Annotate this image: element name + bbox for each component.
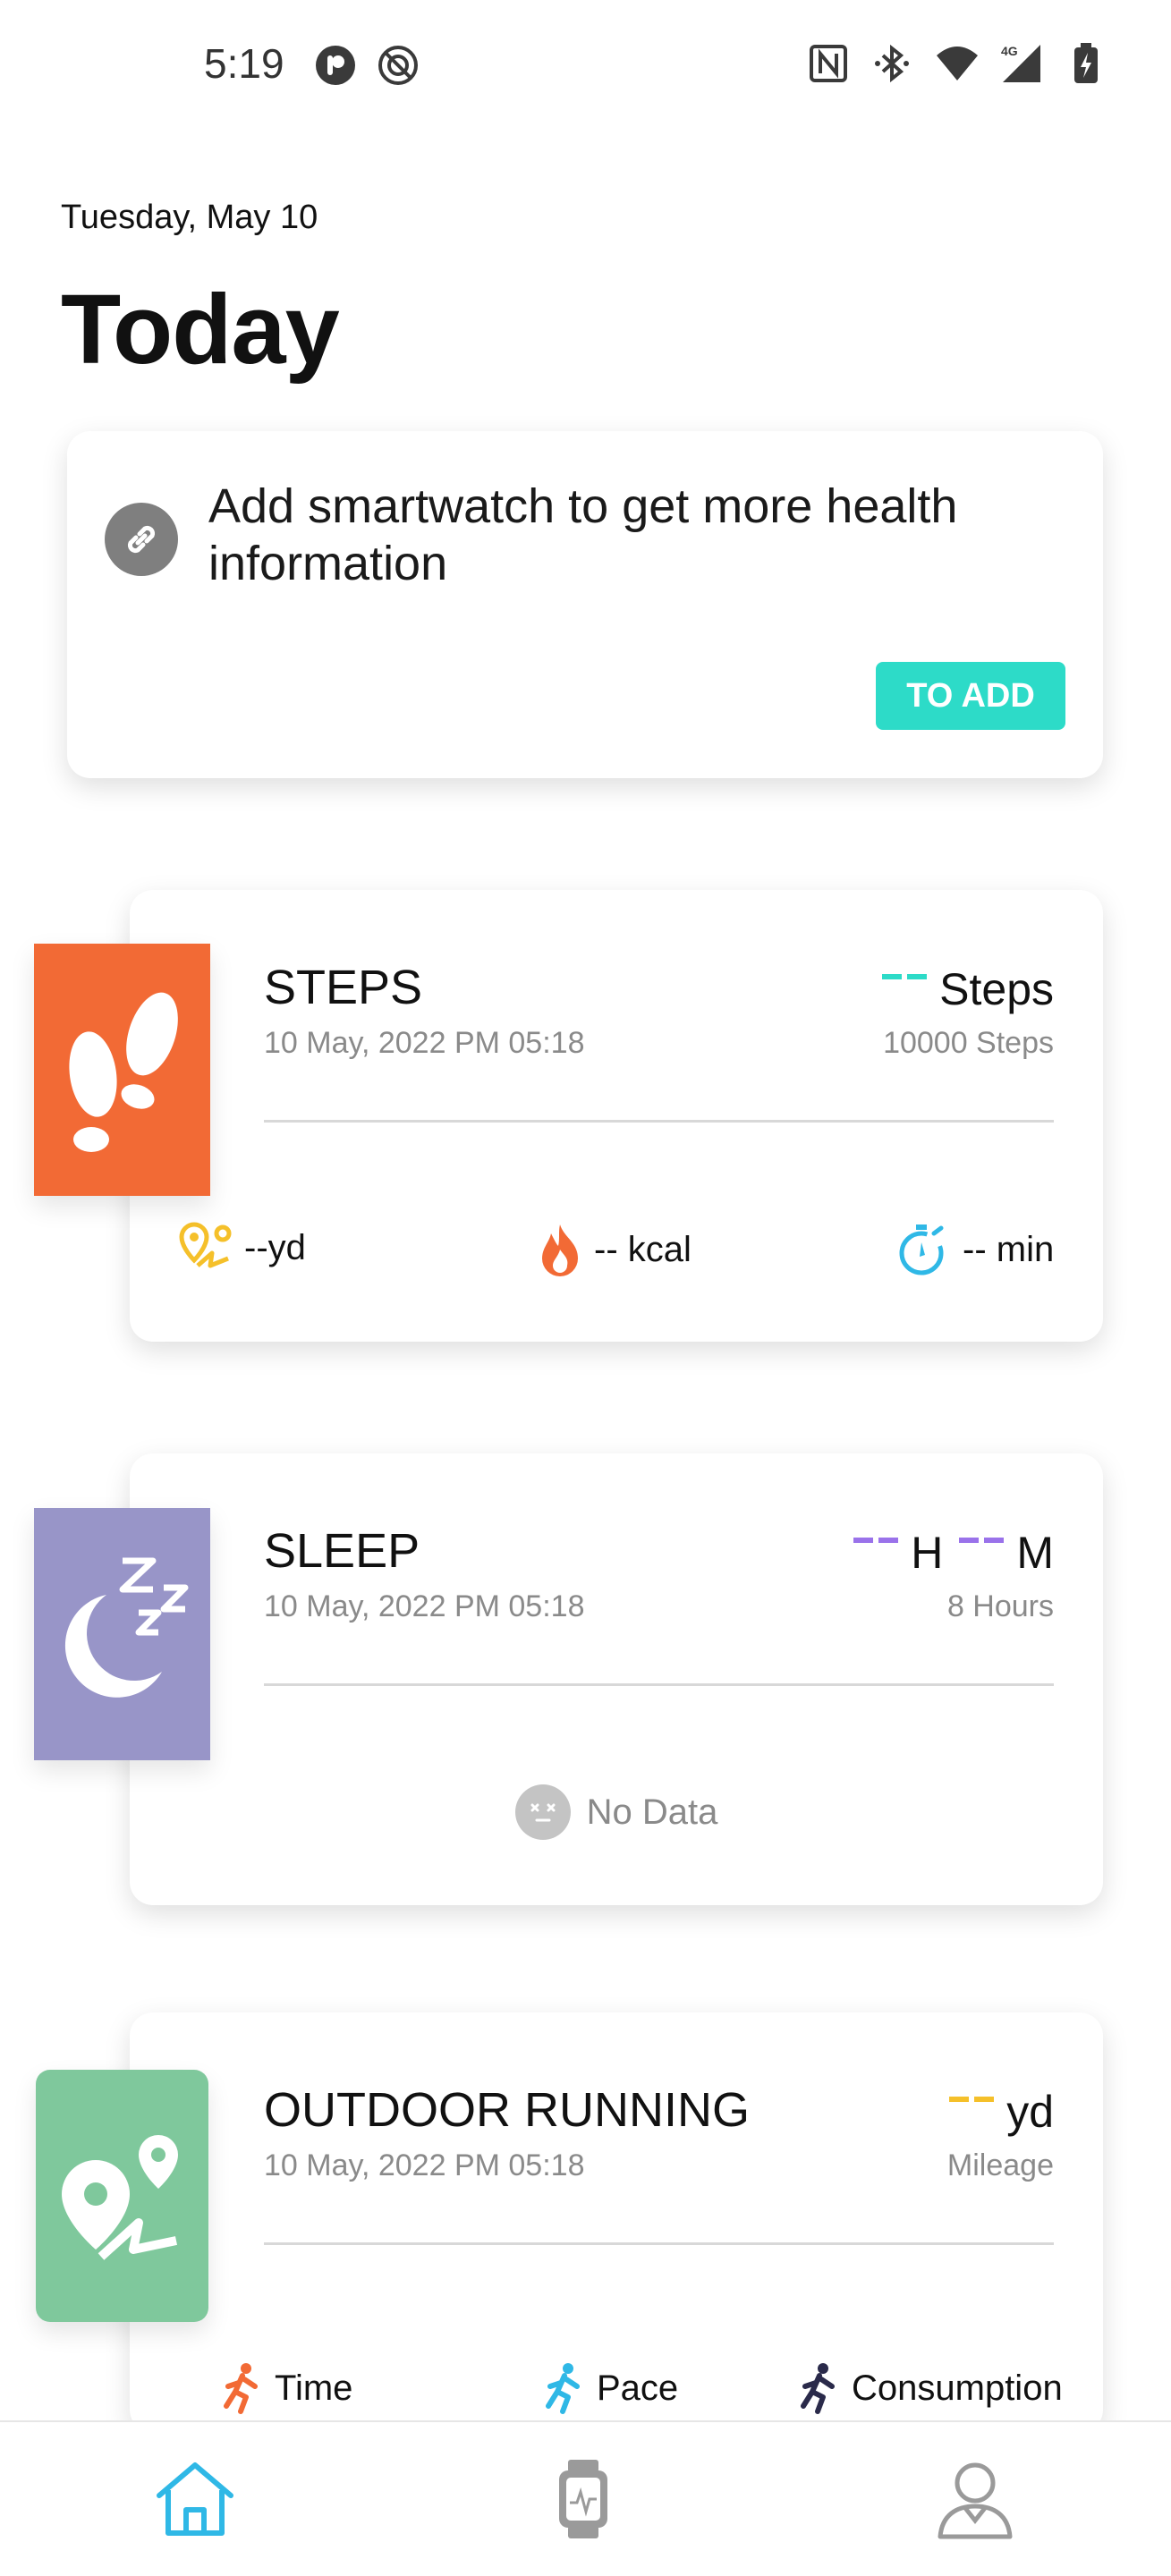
sad-face-icon [514,1784,571,1840]
sleep-timestamp: 10 May, 2022 PM 05:18 [264,1589,585,1623]
status-left-icons [313,43,420,88]
no-sync-icon [378,46,418,85]
bottom-nav [0,2420,1171,2576]
to-add-button[interactable]: TO ADD [876,662,1065,730]
divider [264,2242,1054,2245]
consumption-label: Consumption [852,2368,1063,2408]
steps-card[interactable]: STEPS 10 May, 2022 PM 05:18 Steps 10000 … [130,890,1103,1342]
runner-orange-icon [224,2363,258,2414]
steps-goal: 10000 Steps [883,1026,1054,1060]
running-tile [36,2070,208,2322]
date-label: Tuesday, May 10 [61,199,318,236]
steps-title: STEPS [264,961,423,1014]
page-title: Today [61,275,340,385]
signal-4g-icon: 4G [1001,44,1040,82]
running-title: OUTDOOR RUNNING [264,2083,750,2137]
steps-value: Steps [882,963,1054,1015]
sleep-goal: 8 Hours [946,1589,1054,1623]
status-right-icons: 4G [806,41,1108,86]
nav-profile[interactable] [930,2454,1020,2544]
nav-device[interactable] [539,2454,628,2544]
steps-timestamp: 10 May, 2022 PM 05:18 [264,1026,585,1060]
home-icon [157,2462,233,2536]
calories-stat: -- kcal [537,1221,692,1278]
bluetooth-icon [875,44,909,83]
svg-text:4G: 4G [1001,44,1018,58]
sleep-value: H M [853,1527,1054,1579]
time-label: Time [275,2368,353,2408]
outdoor-running-card[interactable]: OUTDOOR RUNNING 10 May, 2022 PM 05:18 yd… [130,2012,1103,2433]
no-data-label: No Data [586,1792,718,1832]
flame-icon [542,1224,578,1276]
running-value-unit: yd [1006,2087,1054,2137]
distance-value: --yd [244,1227,306,1267]
battery-charging-icon [1074,43,1098,83]
add-smartwatch-card: Add smartwatch to get more health inform… [67,431,1103,778]
sleep-tile [34,1508,210,1760]
status-time: 5:19 [204,40,284,87]
distance-pin-icon [179,1222,232,1268]
pace-label: Pace [597,2368,679,2408]
map-pin-route-icon [61,2135,178,2260]
pace-stat: Pace [541,2361,678,2415]
time-stat: Time [219,2361,352,2415]
person-icon [938,2462,1013,2539]
running-stats: Time Pace Consumption [130,2361,1103,2424]
sleep-minutes-unit: M [1016,1528,1054,1578]
watch-icon [559,2460,607,2538]
calories-value: -- kcal [594,1229,692,1269]
sleep-hours-unit: H [911,1528,944,1578]
add-smartwatch-message: Add smartwatch to get more health inform… [208,479,958,590]
runner-dark-icon [801,2363,835,2414]
footprints-icon [68,992,178,1152]
running-goal: Mileage [946,2148,1054,2182]
running-timestamp: 10 May, 2022 PM 05:18 [264,2148,585,2182]
status-bar: 5:19 4G [0,0,1171,134]
steps-stats: --yd -- kcal -- min [130,1221,1103,1284]
steps-value-unit: Steps [939,964,1054,1014]
duration-stat: -- min [895,1221,1054,1278]
running-value: yd [949,2086,1054,2138]
nfc-icon [810,45,847,82]
moon-sleep-icon [64,1557,188,1698]
divider [264,1683,1054,1686]
wifi-icon [937,47,978,80]
stopwatch-icon [899,1224,944,1275]
link-icon [105,503,178,576]
steps-tile [34,944,210,1196]
circle-p-icon [316,46,355,85]
sleep-title: SLEEP [264,1524,420,1578]
sleep-card[interactable]: SLEEP 10 May, 2022 PM 05:18 H M 8 Hours … [130,1453,1103,1905]
duration-value: -- min [963,1229,1055,1269]
consumption-stat: Consumption [796,2361,1063,2415]
sleep-no-data: No Data [130,1784,1103,1840]
divider [264,1120,1054,1123]
nav-home[interactable] [150,2454,240,2544]
distance-stat: --yd [176,1221,306,1275]
runner-blue-icon [546,2363,580,2414]
